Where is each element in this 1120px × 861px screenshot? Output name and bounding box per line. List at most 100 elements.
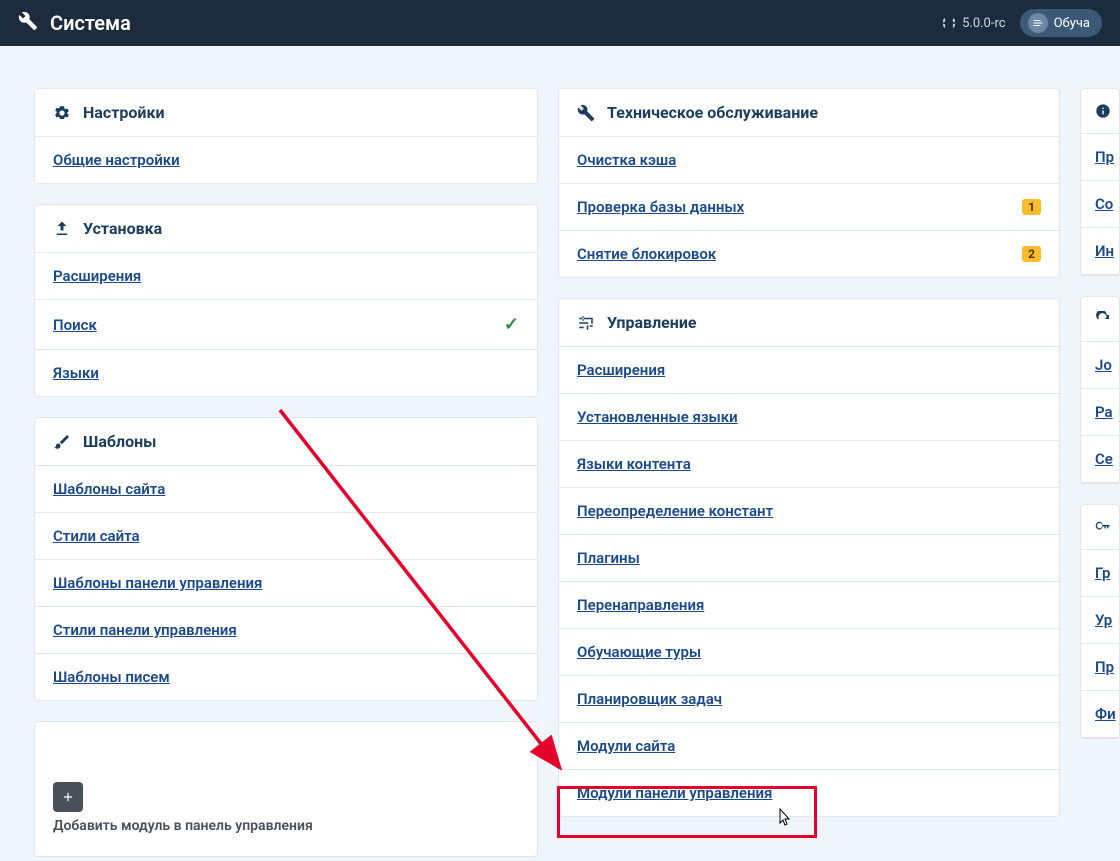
info-link[interactable]: Ин bbox=[1095, 242, 1114, 260]
topbar: Система 5.0.0-rc Обуча bbox=[0, 0, 1120, 46]
manage-item: Обучающие туры bbox=[559, 629, 1059, 676]
content: Настройки Общие настройки Установка Расш… bbox=[0, 46, 1120, 857]
card-maintenance: Техническое обслуживание Очистка кэша Про… bbox=[558, 88, 1060, 278]
card-header-manage: Управление bbox=[559, 299, 1059, 347]
maintenance-link[interactable]: Снятие блокировок bbox=[577, 245, 716, 263]
manage-item: Расширения bbox=[559, 347, 1059, 394]
card-title: Техническое обслуживание bbox=[607, 103, 818, 122]
install-link[interactable]: Языки bbox=[53, 364, 99, 382]
card-header-update bbox=[1081, 297, 1119, 342]
templates-item: Стили панели управления bbox=[35, 607, 537, 654]
brush-icon bbox=[53, 433, 71, 451]
card-title: Установка bbox=[83, 219, 162, 238]
manage-item: Переопределение констант bbox=[559, 488, 1059, 535]
access-item: Пр bbox=[1081, 644, 1119, 691]
manage-item: Модули сайта bbox=[559, 723, 1059, 770]
manage-link[interactable]: Модули панели управления bbox=[577, 784, 772, 802]
card-header-info bbox=[1081, 89, 1119, 134]
topbar-left: Система bbox=[18, 11, 131, 35]
topbar-right: 5.0.0-rc Обуча bbox=[942, 9, 1102, 37]
tour-button[interactable]: Обуча bbox=[1020, 9, 1102, 37]
install-item: Языки bbox=[35, 350, 537, 396]
manage-link[interactable]: Плагины bbox=[577, 549, 640, 567]
card-update-partial: Jo Ра Се bbox=[1080, 296, 1120, 484]
card-title: Шаблоны bbox=[83, 432, 156, 451]
manage-link[interactable]: Расширения bbox=[577, 361, 665, 379]
tour-label: Обуча bbox=[1054, 16, 1090, 31]
refresh-icon bbox=[1095, 311, 1111, 327]
access-link[interactable]: Ур bbox=[1095, 611, 1112, 629]
access-item: Ур bbox=[1081, 597, 1119, 644]
update-item: Се bbox=[1081, 436, 1119, 483]
manage-link[interactable]: Переопределение констант bbox=[577, 502, 773, 520]
count-badge: 1 bbox=[1022, 199, 1041, 215]
access-item: Гр bbox=[1081, 550, 1119, 597]
tour-icon bbox=[1028, 13, 1048, 33]
manage-link[interactable]: Планировщик задач bbox=[577, 690, 722, 708]
card-settings: Настройки Общие настройки bbox=[34, 88, 538, 184]
maintenance-link[interactable]: Проверка базы данных bbox=[577, 198, 744, 216]
add-module-label: Добавить модуль в панель управления bbox=[53, 818, 519, 834]
templates-link[interactable]: Шаблоны сайта bbox=[53, 480, 165, 498]
column-3: Пр Со Ин Jo Ра Се Гр Ур Пр Фи bbox=[1080, 88, 1120, 857]
templates-link[interactable]: Шаблоны панели управления bbox=[53, 574, 262, 592]
templates-link[interactable]: Стили сайта bbox=[53, 527, 140, 545]
install-link[interactable]: Поиск bbox=[53, 316, 97, 334]
manage-item: Установленные языки bbox=[559, 394, 1059, 441]
update-link[interactable]: Се bbox=[1095, 450, 1113, 468]
info-item: Со bbox=[1081, 181, 1119, 228]
manage-item: Плагины bbox=[559, 535, 1059, 582]
card-manage: Управление Расширения Установленные языки… bbox=[558, 298, 1060, 817]
manage-item: Планировщик задач bbox=[559, 676, 1059, 723]
check-icon: ✓ bbox=[504, 314, 519, 335]
access-link[interactable]: Фи bbox=[1095, 705, 1116, 723]
card-title: Настройки bbox=[83, 103, 165, 122]
templates-link[interactable]: Стили панели управления bbox=[53, 621, 237, 639]
info-item: Ин bbox=[1081, 228, 1119, 275]
update-link[interactable]: Jo bbox=[1095, 356, 1112, 374]
access-link[interactable]: Пр bbox=[1095, 658, 1114, 676]
settings-link[interactable]: Общие настройки bbox=[53, 151, 180, 169]
wrench-icon bbox=[577, 104, 595, 122]
templates-link[interactable]: Шаблоны писем bbox=[53, 668, 170, 686]
wrench-icon bbox=[18, 11, 38, 35]
access-link[interactable]: Гр bbox=[1095, 564, 1110, 582]
card-title: Управление bbox=[607, 313, 697, 332]
maintenance-item: Проверка базы данных 1 bbox=[559, 184, 1059, 231]
update-item: Jo bbox=[1081, 342, 1119, 389]
column-1: Настройки Общие настройки Установка Расш… bbox=[34, 88, 538, 857]
access-item: Фи bbox=[1081, 691, 1119, 738]
column-2: Техническое обслуживание Очистка кэша Про… bbox=[558, 88, 1060, 857]
plus-icon bbox=[61, 790, 75, 804]
install-link[interactable]: Расширения bbox=[53, 267, 141, 285]
manage-link[interactable]: Перенаправления bbox=[577, 596, 704, 614]
settings-item: Общие настройки bbox=[35, 137, 537, 183]
upload-icon bbox=[53, 220, 71, 238]
manage-link[interactable]: Установленные языки bbox=[577, 408, 738, 426]
maintenance-item: Снятие блокировок 2 bbox=[559, 231, 1059, 277]
card-header-access bbox=[1081, 505, 1119, 550]
add-module-button[interactable] bbox=[53, 782, 83, 812]
card-header-settings: Настройки bbox=[35, 89, 537, 137]
card-header-templates: Шаблоны bbox=[35, 418, 537, 466]
manage-item: Языки контента bbox=[559, 441, 1059, 488]
install-item: Расширения bbox=[35, 253, 537, 300]
card-info-partial: Пр Со Ин bbox=[1080, 88, 1120, 276]
maintenance-link[interactable]: Очистка кэша bbox=[577, 151, 676, 169]
sliders-icon bbox=[577, 314, 595, 332]
info-link[interactable]: Пр bbox=[1095, 148, 1114, 166]
manage-link[interactable]: Обучающие туры bbox=[577, 643, 701, 661]
info-link[interactable]: Со bbox=[1095, 195, 1113, 213]
templates-item: Шаблоны писем bbox=[35, 654, 537, 700]
count-badge: 2 bbox=[1022, 246, 1041, 262]
page-title: Система bbox=[50, 11, 131, 35]
manage-link[interactable]: Модули сайта bbox=[577, 737, 675, 755]
manage-item: Модули панели управления bbox=[559, 770, 1059, 816]
update-link[interactable]: Ра bbox=[1095, 403, 1113, 421]
card-header-install: Установка bbox=[35, 205, 537, 253]
card-add-module: Добавить модуль в панель управления bbox=[34, 721, 538, 857]
card-header-maintenance: Техническое обслуживание bbox=[559, 89, 1059, 137]
manage-link[interactable]: Языки контента bbox=[577, 455, 691, 473]
templates-item: Шаблоны сайта bbox=[35, 466, 537, 513]
version-indicator[interactable]: 5.0.0-rc bbox=[942, 16, 1005, 31]
